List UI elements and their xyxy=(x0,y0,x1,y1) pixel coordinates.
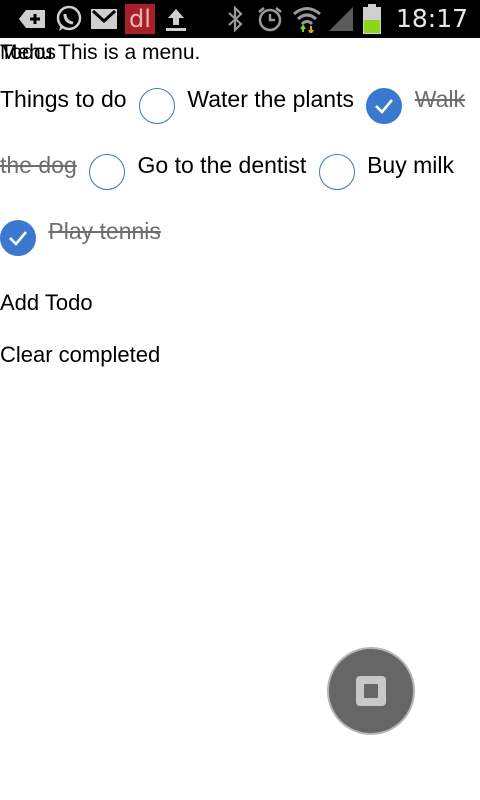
dl-app-icon: dl xyxy=(125,0,155,38)
whatsapp-icon xyxy=(54,0,84,38)
todo-label-3: Buy milk xyxy=(367,152,454,178)
checkmark-icon xyxy=(9,231,27,247)
clock: 18:17 xyxy=(395,4,468,33)
todo-label-2: Go to the dentist xyxy=(137,152,307,178)
floating-stop-button[interactable] xyxy=(327,647,415,735)
menu-text[interactable]: Menu This is a menu. xyxy=(0,41,200,65)
todo-checkbox-4[interactable] xyxy=(0,220,36,257)
todo-list: Things to do Water the plants Walk the d… xyxy=(0,66,480,264)
add-icon xyxy=(16,0,48,38)
todo-checkbox-3[interactable] xyxy=(318,154,355,191)
signal-icon xyxy=(327,0,355,38)
dl-app-label: dl xyxy=(125,4,155,34)
todo-checkbox-1[interactable] xyxy=(366,88,403,125)
bluetooth-icon xyxy=(224,0,246,38)
battery-icon xyxy=(361,0,383,38)
clear-completed-button[interactable]: Clear completed xyxy=(0,342,160,368)
list-header: Things to do xyxy=(0,86,127,112)
wifi-icon xyxy=(291,0,323,38)
todo-checkbox-0[interactable] xyxy=(138,88,175,125)
todo-checkbox-2[interactable] xyxy=(89,154,126,191)
upload-icon xyxy=(162,0,190,38)
todo-label-4: Play tennis xyxy=(48,218,161,244)
checkmark-icon xyxy=(375,99,394,115)
gmail-icon xyxy=(89,0,119,38)
status-bar: dl 18:17 xyxy=(0,0,480,38)
todo-label-0: Water the plants xyxy=(187,86,354,112)
add-todo-button[interactable]: Add Todo xyxy=(0,290,93,316)
alarm-icon xyxy=(255,0,285,38)
stop-icon xyxy=(356,676,386,706)
